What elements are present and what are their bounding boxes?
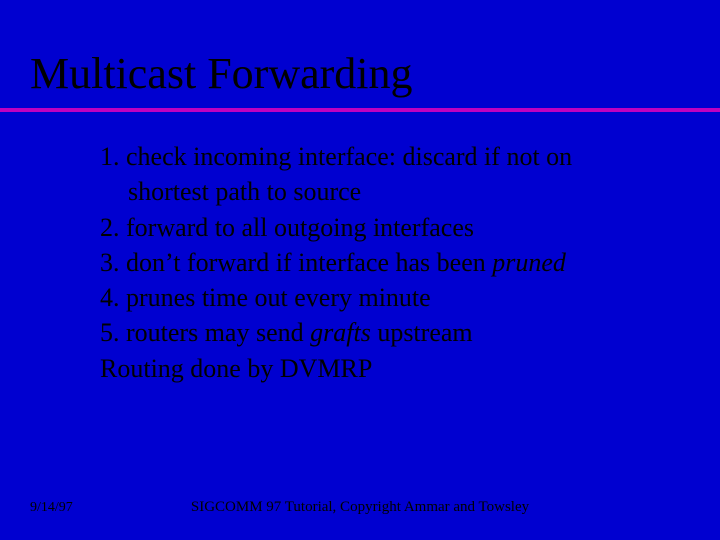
item-text: 3. don’t forward if interface has been [100, 248, 492, 277]
list-item: 2. forward to all outgoing interfaces [100, 211, 660, 244]
item-text: 4. prunes time out every minute [100, 283, 431, 312]
list-item: 5. routers may send grafts upstream [100, 316, 660, 349]
list-item: 4. prunes time out every minute [100, 281, 660, 314]
item-text: 1. check incoming interface: discard if … [100, 142, 572, 171]
item-text: shortest path to source [128, 177, 361, 206]
item-text: Routing done by DVMRP [100, 354, 372, 383]
item-em: grafts [310, 318, 371, 347]
item-text: 2. forward to all outgoing interfaces [100, 213, 474, 242]
list-item: shortest path to source [100, 175, 660, 208]
list-item: 3. don’t forward if interface has been p… [100, 246, 660, 279]
item-text: upstream [371, 318, 473, 347]
slide-title: Multicast Forwarding [30, 48, 413, 99]
title-underline [0, 108, 720, 112]
item-text: 5. routers may send [100, 318, 310, 347]
list-item: 1. check incoming interface: discard if … [100, 140, 660, 173]
slide: Multicast Forwarding 1. check incoming i… [0, 0, 720, 540]
item-em: pruned [492, 248, 566, 277]
list-item: Routing done by DVMRP [100, 352, 660, 385]
footer-copyright: SIGCOMM 97 Tutorial, Copyright Ammar and… [0, 499, 720, 516]
slide-body: 1. check incoming interface: discard if … [100, 140, 660, 387]
